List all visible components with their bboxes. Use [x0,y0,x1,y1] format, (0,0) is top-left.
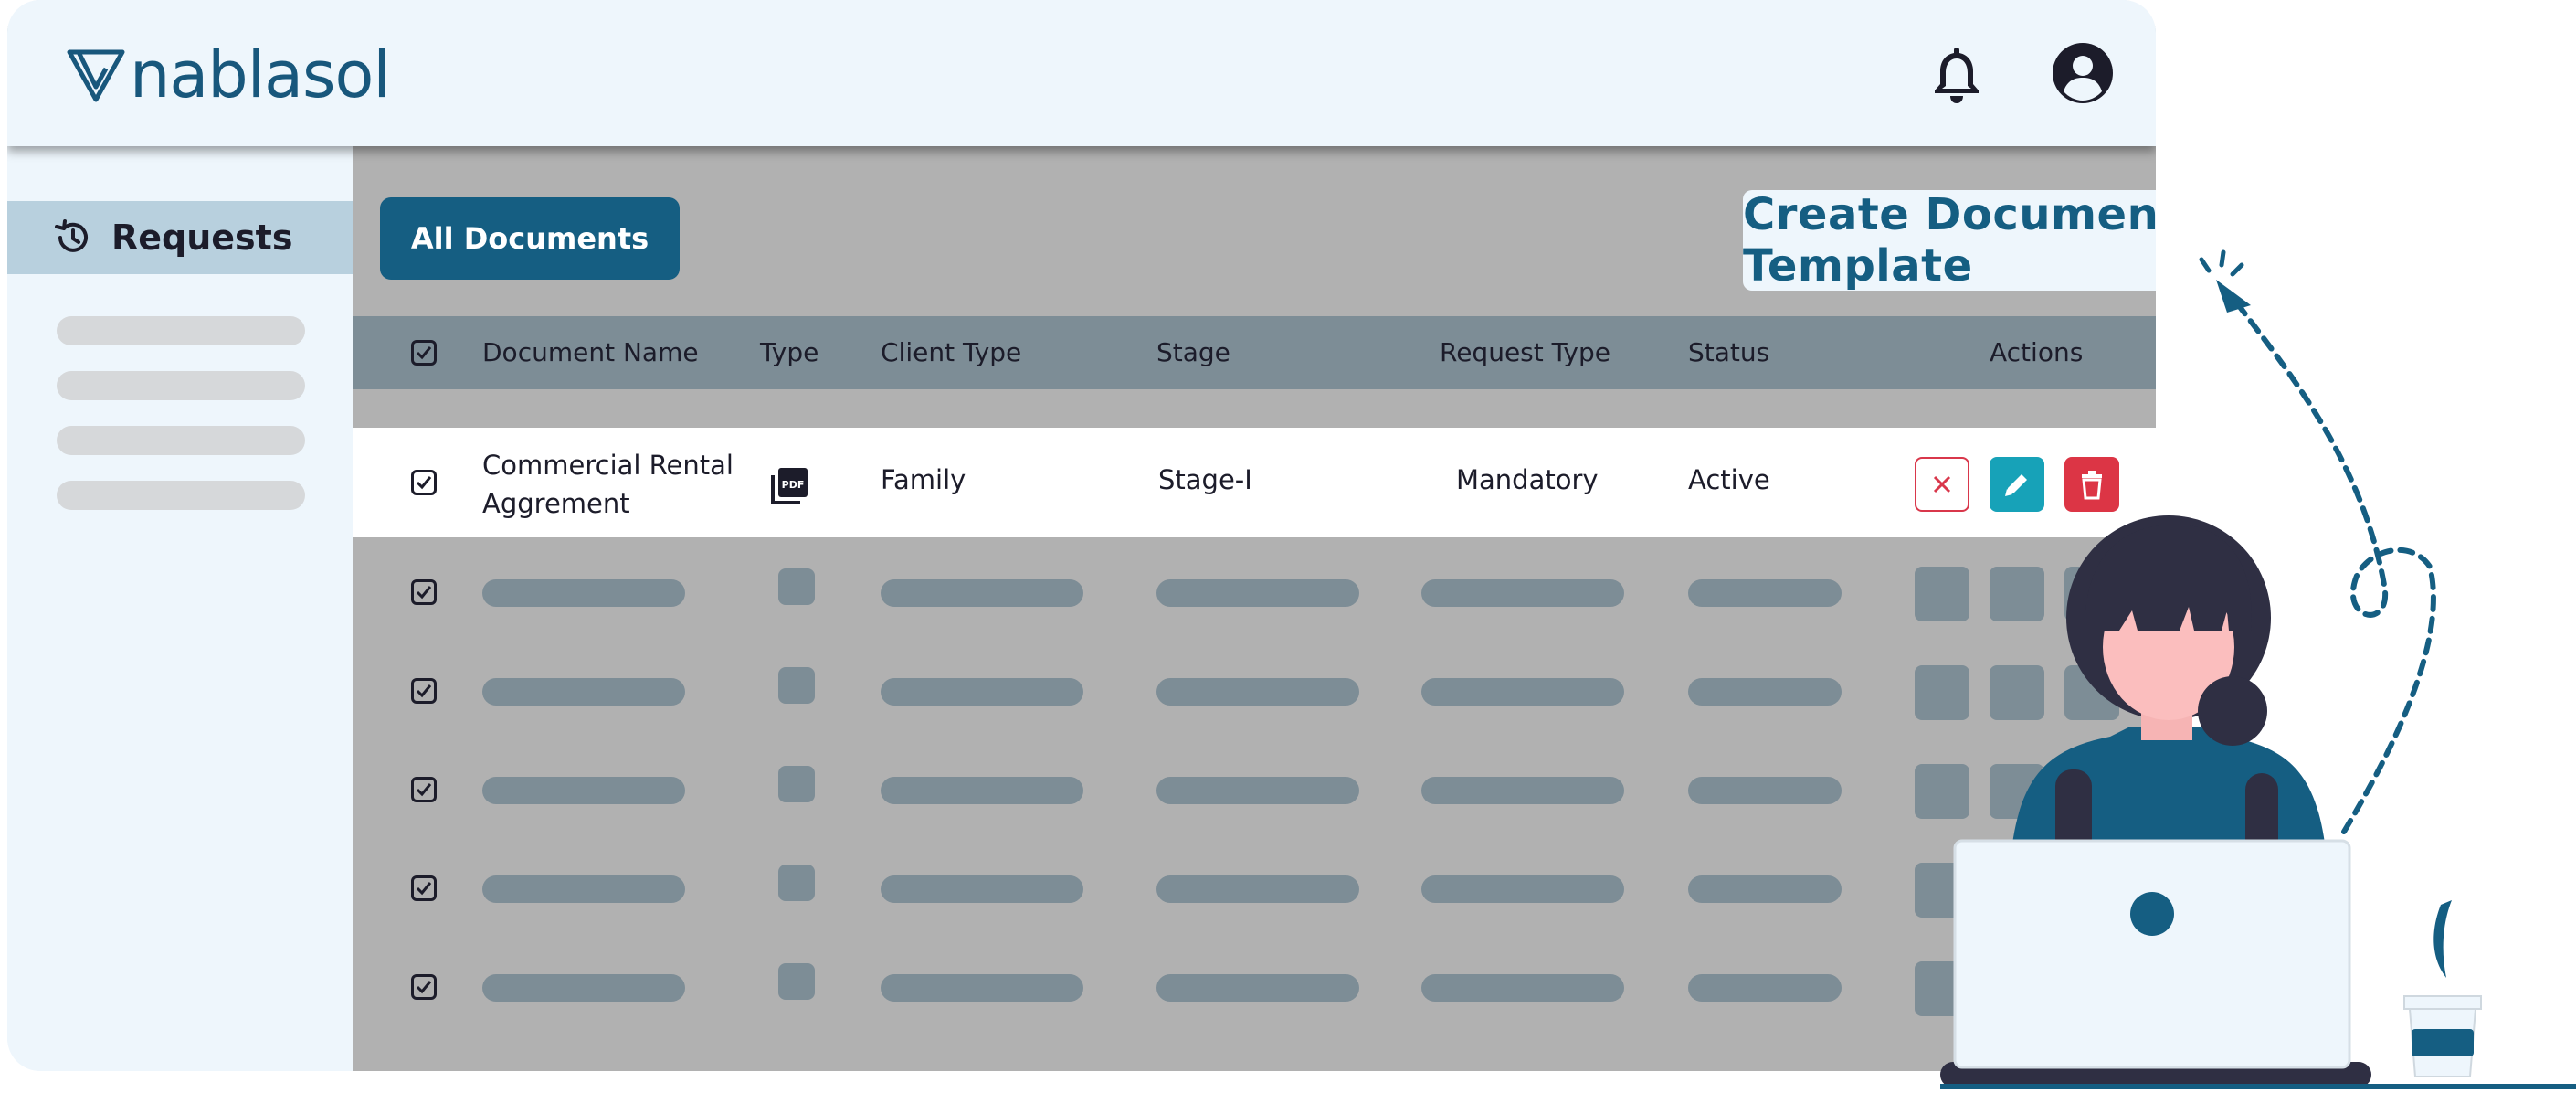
skeleton-cell [881,579,1083,607]
callout-text: Create Document Request Template [1743,189,2156,292]
skeleton-type-icon [778,667,815,704]
skeleton-cell [482,875,685,903]
skeleton-cell [1156,678,1359,706]
skeleton-cell [881,777,1083,804]
sidebar-placeholder [57,371,305,400]
skeleton-action-button [1990,961,2044,1016]
skeleton-cell [1421,777,1624,804]
row-checkbox[interactable] [411,875,437,901]
edit-button[interactable] [1990,457,2044,512]
skeleton-cell [881,974,1083,1002]
skeleton-cell [1421,974,1624,1002]
history-icon [55,219,88,252]
row-checkbox[interactable] [411,974,437,1000]
logo-text: nablasol [130,37,391,112]
top-header: nablasol [7,0,2156,146]
request-type-cell: Mandatory [1456,464,1599,495]
all-documents-tab[interactable]: All Documents [380,197,680,280]
skeleton-cell [1688,579,1842,607]
stage-cell: Stage-I [1158,464,1252,495]
sidebar-item-requests[interactable]: Requests [7,201,353,274]
skeleton-action-button [2064,665,2119,720]
col-document-name[interactable]: Document Name [482,316,699,389]
select-all-checkbox[interactable] [411,340,437,366]
status-cell: Active [1688,464,1770,495]
col-client-type[interactable]: Client Type [881,316,1021,389]
sidebar-placeholder [57,481,305,510]
col-type[interactable]: Type [760,316,818,389]
skeleton-action-button [1915,764,1969,819]
edit-icon [2005,474,2027,496]
skeleton-cell [1688,777,1842,804]
skeleton-action-button [1990,764,2044,819]
sidebar-item-label: Requests [111,218,293,258]
table-row[interactable] [353,843,2156,941]
table-row[interactable]: Commercial Rental Aggrement PDF Family S… [353,428,2156,537]
skeleton-cell [1688,678,1842,706]
document-name-line: Commercial Rental [482,450,734,481]
col-actions: Actions [1990,337,2084,367]
skeleton-cell [482,579,685,607]
logo[interactable]: nablasol [66,37,391,112]
close-icon [1933,475,1951,493]
skeleton-action-button [1915,863,1969,918]
sidebar: Requests [7,146,353,1071]
table-row[interactable] [353,645,2156,744]
row-checkbox[interactable] [411,678,437,704]
skeleton-action-button [1990,567,2044,621]
skeleton-cell [482,777,685,804]
col-stage[interactable]: Stage [1156,316,1230,389]
skeleton-cell [881,678,1083,706]
row-checkbox[interactable] [411,777,437,802]
skeleton-cell [1156,875,1359,903]
skeleton-type-icon [778,766,815,802]
skeleton-cell [1688,875,1842,903]
skeleton-cell [1421,579,1624,607]
skeleton-cell [482,974,685,1002]
table-row[interactable] [353,941,2156,1040]
svg-text:PDF: PDF [782,479,805,491]
delete-button[interactable] [2064,457,2119,512]
sidebar-placeholder [57,426,305,455]
bell-icon[interactable] [1924,40,1990,106]
create-template-callout[interactable]: Create Document Request Template [1743,189,2156,292]
nablasol-logo-icon [67,49,125,102]
row-checkbox[interactable] [411,579,437,605]
skeleton-cell [1421,875,1624,903]
skeleton-action-button [1915,665,1969,720]
skeleton-action-button [1990,863,2044,918]
skeleton-cell [1156,974,1359,1002]
skeleton-cell [1421,678,1624,706]
skeleton-type-icon [778,963,815,1000]
document-name-line: Aggrement [482,488,630,519]
skeleton-type-icon [778,568,815,605]
table-header: Document Name Type Client Type Stage Req… [353,316,2156,389]
col-request-type[interactable]: Request Type [1440,316,1610,389]
skeleton-action-button [2064,961,2119,1016]
document-name-cell[interactable]: Commercial Rental Aggrement [482,446,734,523]
row-checkbox[interactable] [411,470,437,495]
skeleton-cell [482,678,685,706]
col-status[interactable]: Status [1688,316,1769,389]
skeleton-cell [881,875,1083,903]
trash-icon [2082,471,2102,500]
skeleton-type-icon [778,865,815,901]
table-row[interactable] [353,546,2156,645]
user-account-icon[interactable] [2050,40,2116,106]
skeleton-action-button [1990,665,2044,720]
table-row[interactable] [353,744,2156,843]
client-type-cell: Family [881,464,966,495]
skeleton-action-button [2064,764,2119,819]
pdf-icon: PDF [769,466,809,510]
sidebar-placeholder [57,316,305,345]
skeleton-action-button [2064,863,2119,918]
skeleton-action-button [1915,567,1969,621]
app-window: nablasol Requests All Documents Document… [7,0,2156,1071]
skeleton-action-button [1915,961,1969,1016]
close-button[interactable] [1915,457,1969,512]
skeleton-cell [1156,579,1359,607]
skeleton-cell [1156,777,1359,804]
skeleton-cell [1688,974,1842,1002]
skeleton-action-button [2064,567,2119,621]
